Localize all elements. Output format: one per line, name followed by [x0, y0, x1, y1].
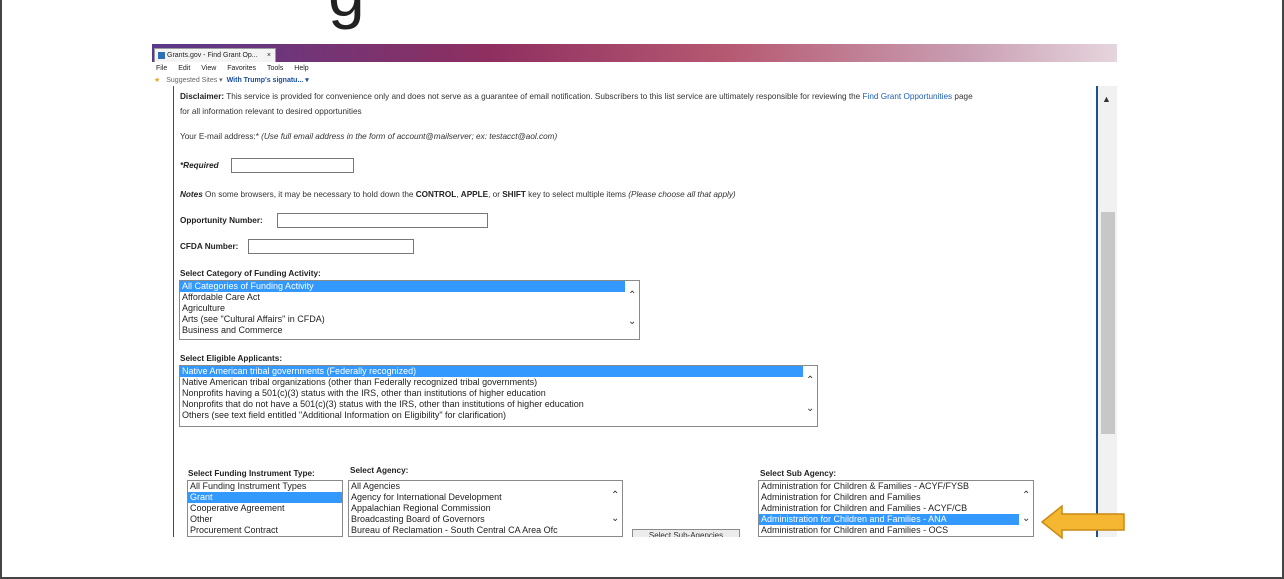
- notes-text-b: key to select multiple items: [525, 190, 629, 199]
- sub-agency-option[interactable]: Administration for Children and Families…: [759, 525, 1033, 536]
- tab-title: Grants.gov - Find Grant Op...: [167, 52, 258, 59]
- eligible-option[interactable]: Nonprofits that do not have a 501(c)(3) …: [180, 399, 817, 410]
- instrument-option[interactable]: Grant: [188, 492, 342, 503]
- sub-agency-option[interactable]: Administration for Children and Families: [759, 492, 1033, 503]
- instrument-option[interactable]: Procurement Contract: [188, 525, 342, 536]
- menu-tools[interactable]: Tools: [267, 65, 283, 72]
- category-listbox[interactable]: All Categories of Funding Activity Affor…: [179, 280, 640, 340]
- eligible-option[interactable]: Native American tribal organizations (ot…: [180, 377, 817, 388]
- agency-option[interactable]: Bureau of Reclamation - South Central CA…: [349, 525, 622, 536]
- menu-edit[interactable]: Edit: [178, 65, 190, 72]
- page-scrollbar-thumb[interactable]: [1101, 212, 1115, 434]
- page-scrollbar[interactable]: ▲: [1096, 86, 1117, 537]
- menu-favorites[interactable]: Favorites: [227, 65, 256, 72]
- agency-label: Select Agency:: [350, 466, 409, 475]
- instrument-type-listbox[interactable]: All Funding Instrument Types Grant Coope…: [187, 480, 343, 537]
- callout-arrow-icon: [1040, 504, 1125, 540]
- notes-apple: APPLE: [460, 190, 489, 199]
- agency-scrollbar[interactable]: ⌃ ⌄: [608, 481, 622, 536]
- email-hint: (Use full email address in the form of a…: [261, 132, 558, 141]
- email-field[interactable]: [231, 158, 354, 173]
- opportunity-number-field[interactable]: [277, 213, 488, 228]
- eligible-applicants-listbox[interactable]: Native American tribal governments (Fede…: [179, 365, 818, 427]
- disclaimer-label: Disclaimer:: [180, 92, 225, 101]
- page-content: Disclaimer: This service is provided for…: [174, 86, 1094, 537]
- notes-text: On some browsers, it may be necessary to…: [202, 190, 416, 199]
- category-option[interactable]: Arts (see "Cultural Affairs" in CFDA): [180, 314, 639, 325]
- slide-heading-fragment: g: [328, 0, 365, 26]
- email-label-line: Your E-mail address:* (Use full email ad…: [180, 132, 557, 141]
- notes-control: CONTROL: [415, 190, 457, 199]
- agency-option[interactable]: Appalachian Regional Commission: [349, 503, 622, 514]
- eligible-option[interactable]: Others (see text field entitled "Additio…: [180, 410, 817, 421]
- chevron-down-icon[interactable]: ⌄: [1022, 514, 1030, 524]
- tab-close-icon[interactable]: ×: [267, 49, 271, 63]
- category-option[interactable]: Affordable Care Act: [180, 292, 639, 303]
- sub-agency-option[interactable]: Administration for Children and Families…: [759, 514, 1033, 525]
- notes-hint: (Please choose all that apply): [628, 190, 736, 199]
- disclaimer-tail: page: [952, 92, 973, 101]
- browser-titlebar: Grants.gov - Find Grant Op... ×: [152, 44, 1117, 62]
- category-option[interactable]: Agriculture: [180, 303, 639, 314]
- notes-label: Notes: [180, 190, 203, 199]
- menu-view[interactable]: View: [201, 65, 216, 72]
- cfda-number-label: CFDA Number:: [180, 242, 239, 251]
- menu-bar: File Edit View Favorites Tools Help: [152, 63, 1117, 74]
- chevron-down-icon[interactable]: ⌄: [628, 317, 636, 327]
- email-label: Your E-mail address:*: [180, 132, 262, 141]
- cfda-number-field[interactable]: [248, 239, 414, 254]
- select-sub-agencies-button[interactable]: Select Sub-Agencies: [632, 529, 740, 537]
- trump-signature-link[interactable]: With Trump's signatu... ▾: [227, 77, 309, 84]
- sub-agency-scrollbar[interactable]: ⌃ ⌄: [1019, 481, 1033, 536]
- instrument-type-label: Select Funding Instrument Type:: [188, 469, 315, 478]
- instrument-option[interactable]: Cooperative Agreement: [188, 503, 342, 514]
- agency-option[interactable]: All Agencies: [349, 481, 622, 492]
- chevron-up-icon[interactable]: ⌃: [1022, 491, 1030, 501]
- eligible-applicants-label: Select Eligible Applicants:: [180, 354, 283, 363]
- disclaimer-text: This service is provided for convenience…: [224, 92, 863, 101]
- menu-help[interactable]: Help: [294, 65, 308, 72]
- chevron-down-icon[interactable]: ⌄: [611, 514, 619, 524]
- instrument-option[interactable]: Other: [188, 514, 342, 525]
- sub-agency-listbox[interactable]: Administration for Children & Families -…: [758, 480, 1034, 537]
- favorites-bar: ★ Suggested Sites ▾ With Trump's signatu…: [152, 75, 1117, 86]
- menu-file[interactable]: File: [156, 65, 167, 72]
- agency-option[interactable]: Broadcasting Board of Governors: [349, 514, 622, 525]
- category-option[interactable]: All Categories of Funding Activity: [180, 281, 639, 292]
- notes-or: , or: [488, 190, 503, 199]
- category-option[interactable]: Business and Commerce: [180, 325, 639, 336]
- sub-agency-option[interactable]: Administration for Children & Families -…: [759, 481, 1033, 492]
- notes-shift: SHIFT: [502, 190, 526, 199]
- chevron-up-icon[interactable]: ⌃: [611, 491, 619, 501]
- favicon-icon: [158, 51, 165, 59]
- opportunity-number-label: Opportunity Number:: [180, 216, 263, 225]
- instrument-option[interactable]: All Funding Instrument Types: [188, 481, 342, 492]
- browser-tab[interactable]: Grants.gov - Find Grant Op... ×: [154, 48, 276, 62]
- eligible-option[interactable]: Native American tribal governments (Fede…: [180, 366, 817, 377]
- required-label: *Required: [180, 161, 219, 170]
- category-label: Select Category of Funding Activity:: [180, 269, 321, 278]
- find-grant-opportunities-link[interactable]: Find Grant Opportunities: [863, 92, 953, 101]
- sub-agency-option[interactable]: Administration for Children and Families…: [759, 503, 1033, 514]
- eligible-scrollbar[interactable]: ⌃ ⌄: [803, 366, 817, 426]
- suggested-sites-link[interactable]: Suggested Sites ▾: [166, 77, 222, 84]
- sub-agency-label: Select Sub Agency:: [760, 469, 837, 478]
- category-scrollbar[interactable]: ⌃ ⌄: [625, 281, 639, 339]
- agency-listbox[interactable]: All Agencies Agency for International De…: [348, 480, 623, 537]
- scroll-up-icon[interactable]: ▲: [1102, 94, 1111, 104]
- chevron-up-icon[interactable]: ⌃: [628, 291, 636, 301]
- browser-screenshot: Grants.gov - Find Grant Op... × File Edi…: [152, 44, 1117, 537]
- eligible-option[interactable]: Nonprofits having a 501(c)(3) status wit…: [180, 388, 817, 399]
- chevron-down-icon[interactable]: ⌄: [806, 404, 814, 414]
- favorites-star-icon[interactable]: ★: [154, 77, 160, 84]
- left-arrow-shape: [1040, 504, 1125, 540]
- agency-option[interactable]: Agency for International Development: [349, 492, 622, 503]
- notes: Notes On some browsers, it may be necess…: [180, 190, 736, 199]
- disclaimer-line2: for all information relevant to desired …: [180, 107, 362, 116]
- chevron-up-icon[interactable]: ⌃: [806, 376, 814, 386]
- disclaimer: Disclaimer: This service is provided for…: [180, 92, 973, 101]
